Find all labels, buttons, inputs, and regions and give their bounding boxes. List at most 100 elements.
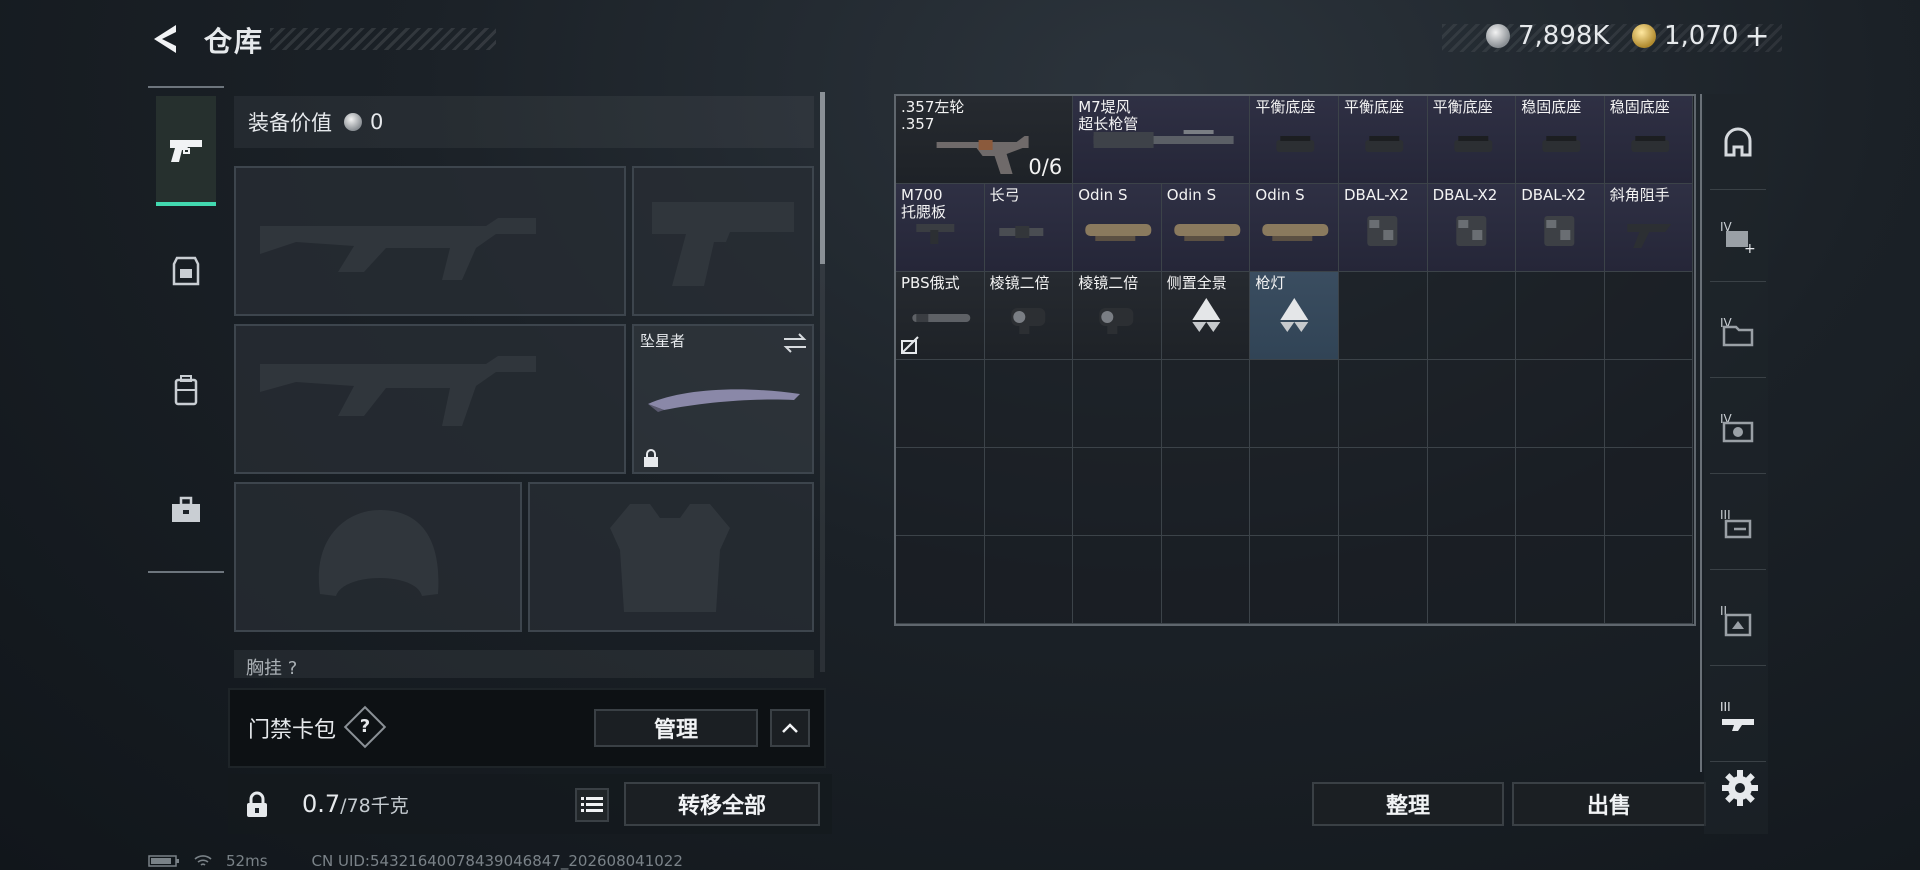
storage-item[interactable]: M7堤风 超长枪管 [1073, 96, 1251, 184]
category-tab-pistol[interactable] [156, 96, 216, 206]
empty-storage-cell[interactable] [1161, 360, 1251, 448]
knife-icon [648, 389, 800, 412]
empty-storage-cell[interactable] [1516, 360, 1605, 448]
tier-iv-add-tab[interactable]: IV + [1710, 192, 1766, 282]
empty-storage-cell[interactable] [1073, 536, 1162, 624]
add-currency-button[interactable]: + [1744, 19, 1769, 54]
item-count: 0/6 [1028, 155, 1063, 179]
storage-item[interactable]: 平衡底座 [1339, 96, 1428, 184]
storage-item[interactable]: .357左轮 .357 0/6 [896, 96, 1074, 184]
tier-iv-folder-tab[interactable]: IV [1710, 288, 1766, 378]
chest-rig-slot[interactable]: 胸挂 ? [234, 650, 814, 678]
category-tab-backpack[interactable] [156, 336, 216, 446]
secondary-weapon-slot[interactable] [234, 324, 626, 474]
gold-coin-icon [1632, 24, 1656, 48]
silver-amount: 7,898K [1518, 21, 1610, 51]
category-tab-toolbox[interactable] [156, 456, 216, 566]
empty-storage-cell[interactable] [1604, 272, 1694, 360]
empty-storage-cell[interactable] [1427, 272, 1517, 360]
empty-storage-cell[interactable] [984, 448, 1074, 536]
transfer-all-button[interactable]: 转移全部 [624, 782, 820, 826]
storage-item[interactable]: 侧置全景 [1161, 272, 1251, 360]
body-armor-slot[interactable] [528, 482, 814, 632]
helmet-tab[interactable] [1710, 100, 1766, 190]
storage-item[interactable]: Odin S [1073, 184, 1162, 272]
storage-item[interactable]: Odin S [1250, 184, 1339, 272]
empty-storage-cell[interactable] [984, 536, 1074, 624]
primary-weapon-slot[interactable] [234, 166, 626, 316]
rifle-silhouette-icon [260, 218, 536, 280]
storage-item[interactable]: 长弓 [984, 184, 1074, 272]
empty-storage-cell[interactable] [1516, 272, 1605, 360]
storage-item[interactable]: 平衡底座 [1250, 96, 1339, 184]
empty-storage-cell[interactable] [1339, 360, 1428, 448]
category-tab-armor[interactable] [156, 216, 216, 326]
empty-storage-cell[interactable] [984, 360, 1074, 448]
storage-grid[interactable]: .357左轮 .357 0/6 M7堤风 超长枪管 平衡底座 平衡底座 平衡底座 稳固底座 稳… [894, 94, 1696, 626]
storage-item[interactable]: 稳固底座 [1604, 96, 1694, 184]
empty-storage-cell[interactable] [1427, 536, 1517, 624]
empty-storage-cell[interactable] [1604, 536, 1694, 624]
equipment-scroll-thumb[interactable] [820, 92, 825, 264]
empty-storage-cell[interactable] [1250, 360, 1339, 448]
empty-storage-cell[interactable] [896, 448, 985, 536]
storage-item[interactable]: 棱镜二倍 [1073, 272, 1162, 360]
empty-storage-cell[interactable] [1604, 360, 1694, 448]
expand-button[interactable] [770, 709, 810, 747]
storage-item[interactable]: 斜角阻手 [1604, 184, 1694, 272]
empty-storage-cell[interactable] [896, 536, 985, 624]
empty-storage-cell[interactable] [1604, 448, 1694, 536]
empty-storage-cell[interactable] [1516, 448, 1605, 536]
melee-slot[interactable]: 坠星者 [632, 324, 814, 474]
tier-iv-camera-icon: IV [1720, 412, 1754, 442]
item-name: Odin S [1166, 186, 1217, 204]
settings-gear-icon[interactable] [1718, 766, 1762, 810]
manage-button[interactable]: 管理 [594, 709, 758, 747]
sidearm-slot[interactable] [632, 166, 814, 316]
back-arrow-icon[interactable] [148, 22, 182, 56]
toolbox-icon [172, 496, 200, 522]
empty-storage-cell[interactable] [896, 360, 985, 448]
storage-item[interactable]: DBAL-X2 [1427, 184, 1517, 272]
item-name: 平衡底座 [1344, 98, 1405, 116]
empty-storage-cell[interactable] [1161, 448, 1251, 536]
weight-current: 0.7 [302, 790, 341, 818]
storage-item[interactable]: 枪灯 [1250, 272, 1339, 360]
storage-item[interactable]: DBAL-X2 [1339, 184, 1428, 272]
category-top-line [148, 86, 224, 88]
helmet-slot[interactable] [234, 482, 522, 632]
tier-iii-key-tab[interactable]: III [1710, 480, 1766, 570]
empty-storage-cell[interactable] [1427, 448, 1517, 536]
weapon-tab[interactable]: III [1710, 672, 1766, 762]
empty-storage-cell[interactable] [1250, 536, 1339, 624]
help-icon[interactable]: ? [350, 712, 380, 742]
vest-silhouette-icon [610, 504, 730, 612]
storage-item[interactable]: Odin S [1161, 184, 1251, 272]
storage-item[interactable]: PBS俄式 [896, 272, 985, 360]
sell-button[interactable]: 出售 [1512, 782, 1706, 826]
swap-icon[interactable] [782, 332, 808, 354]
empty-storage-cell[interactable] [1427, 360, 1517, 448]
item-name: DBAL-X2 [1344, 186, 1409, 204]
weight-lock-button[interactable] [236, 784, 278, 826]
empty-storage-cell[interactable] [1339, 536, 1428, 624]
empty-storage-cell[interactable] [1073, 360, 1162, 448]
storage-item[interactable]: 平衡底座 [1427, 96, 1517, 184]
storage-item[interactable]: DBAL-X2 [1516, 184, 1605, 272]
tier-iv-camera-tab[interactable]: IV [1710, 384, 1766, 474]
list-view-button[interactable] [575, 788, 609, 822]
tier-ii-doc-tab[interactable]: II [1710, 576, 1766, 666]
empty-storage-cell[interactable] [1161, 536, 1251, 624]
pistol-icon [170, 140, 202, 162]
empty-storage-cell[interactable] [1339, 448, 1428, 536]
storage-item[interactable]: 棱镜二倍 [984, 272, 1074, 360]
empty-storage-cell[interactable] [1339, 272, 1428, 360]
battery-icon [148, 855, 179, 867]
sort-button[interactable]: 整理 [1312, 782, 1504, 826]
empty-storage-cell[interactable] [1250, 448, 1339, 536]
storage-item[interactable]: 稳固底座 [1516, 96, 1605, 184]
empty-storage-cell[interactable] [1516, 536, 1605, 624]
empty-storage-cell[interactable] [1073, 448, 1162, 536]
gold-currency[interactable]: 1,070 + [1632, 19, 1770, 54]
storage-item[interactable]: M700 托腮板 [896, 184, 985, 272]
